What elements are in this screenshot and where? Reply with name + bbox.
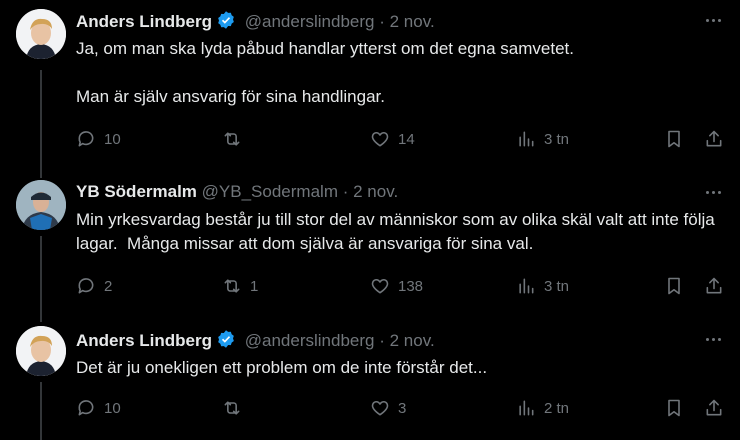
reply-icon — [78, 131, 94, 147]
tweet[interactable]: Anders Lindberg @anderslindberg · 2 nov.… — [0, 0, 740, 166]
share-icon — [706, 130, 722, 147]
views-count: 2 tn — [544, 399, 570, 417]
tweet-header: YB Södermalm @YB_Sodermalm · 2 nov. — [76, 182, 398, 202]
separator-dot: · — [342, 182, 349, 201]
more-icon[interactable] — [700, 182, 726, 202]
reply-count: 10 — [104, 399, 121, 417]
author-name[interactable]: Anders Lindberg — [76, 12, 212, 31]
tweet-header: Anders Lindberg @anderslindberg · 2 nov. — [76, 329, 435, 354]
share-button[interactable] — [704, 274, 724, 298]
tweet[interactable]: Anders Lindberg @anderslindberg · 2 nov.… — [0, 312, 740, 440]
avatar[interactable] — [16, 326, 66, 376]
avatar[interactable] — [16, 9, 66, 59]
like-icon — [371, 131, 389, 147]
verified-icon — [216, 329, 236, 354]
action-bar: 10 3 2 tn — [0, 396, 740, 420]
share-button[interactable] — [704, 396, 724, 420]
reply-button[interactable]: 10 — [76, 127, 121, 151]
retweet-icon — [224, 279, 240, 293]
reply-count: 2 — [104, 277, 113, 295]
author-name[interactable]: YB Södermalm — [76, 182, 197, 201]
tweet-text: Min yrkesvardag består ju till stor del … — [76, 210, 720, 253]
retweet-icon — [224, 132, 240, 146]
retweet-button[interactable]: 1 — [222, 274, 258, 298]
retweet-button[interactable] — [222, 396, 250, 420]
like-count: 138 — [398, 277, 424, 295]
views-button[interactable]: 2 tn — [516, 396, 569, 420]
action-bar: 10 14 3 tn — [0, 127, 740, 151]
share-icon — [706, 399, 722, 416]
reply-count: 10 — [104, 130, 121, 148]
more-icon[interactable] — [700, 329, 726, 349]
like-button[interactable]: 14 — [370, 127, 415, 151]
tweet[interactable]: YB Södermalm @YB_Sodermalm · 2 nov. Min … — [0, 166, 740, 312]
reply-button[interactable]: 2 — [76, 274, 112, 298]
author-handle[interactable]: @anderslindberg — [245, 331, 375, 350]
tweet-date[interactable]: 2 nov. — [390, 331, 435, 350]
like-icon — [371, 278, 389, 294]
tweet-text: Ja, om man ska lyda påbud handlar ytters… — [76, 39, 574, 106]
separator-dot: · — [379, 12, 385, 31]
like-button[interactable]: 138 — [370, 274, 423, 298]
author-handle[interactable]: @YB_Sodermalm — [202, 182, 338, 201]
retweet-count: 1 — [250, 277, 259, 295]
like-count: 3 — [398, 399, 407, 417]
separator-dot: · — [379, 331, 385, 350]
bookmark-button[interactable] — [664, 396, 684, 420]
views-button[interactable]: 3 tn — [516, 274, 569, 298]
reply-icon — [78, 278, 94, 294]
retweet-icon — [224, 401, 240, 415]
tweet-text: Det är ju onekligen ett problem om de in… — [76, 358, 488, 377]
views-icon — [519, 400, 534, 416]
author-name[interactable]: Anders Lindberg — [76, 331, 212, 350]
views-count: 3 tn — [544, 277, 570, 295]
bookmark-icon — [668, 399, 680, 417]
share-button[interactable] — [704, 127, 724, 151]
bookmark-icon — [668, 130, 680, 148]
avatar[interactable] — [16, 180, 66, 230]
action-bar: 2 1 138 3 tn — [0, 274, 740, 298]
like-icon — [371, 400, 389, 416]
more-icon[interactable] — [700, 10, 726, 30]
views-icon — [519, 278, 534, 294]
reply-icon — [78, 400, 94, 416]
bookmark-icon — [668, 277, 680, 295]
bookmark-button[interactable] — [664, 127, 684, 151]
views-button[interactable]: 3 tn — [516, 127, 569, 151]
views-count: 3 tn — [544, 130, 570, 148]
tweet-date[interactable]: 2 nov. — [353, 182, 398, 201]
bookmark-button[interactable] — [664, 274, 684, 298]
views-icon — [519, 131, 534, 147]
author-handle[interactable]: @anderslindberg — [245, 12, 375, 31]
retweet-button[interactable] — [222, 127, 250, 151]
like-count: 14 — [398, 130, 415, 148]
like-button[interactable]: 3 — [370, 396, 406, 420]
tweet-date[interactable]: 2 nov. — [390, 12, 435, 31]
reply-button[interactable]: 10 — [76, 396, 121, 420]
tweet-header: Anders Lindberg @anderslindberg · 2 nov. — [76, 10, 435, 35]
share-icon — [706, 277, 722, 294]
verified-icon — [216, 10, 236, 35]
